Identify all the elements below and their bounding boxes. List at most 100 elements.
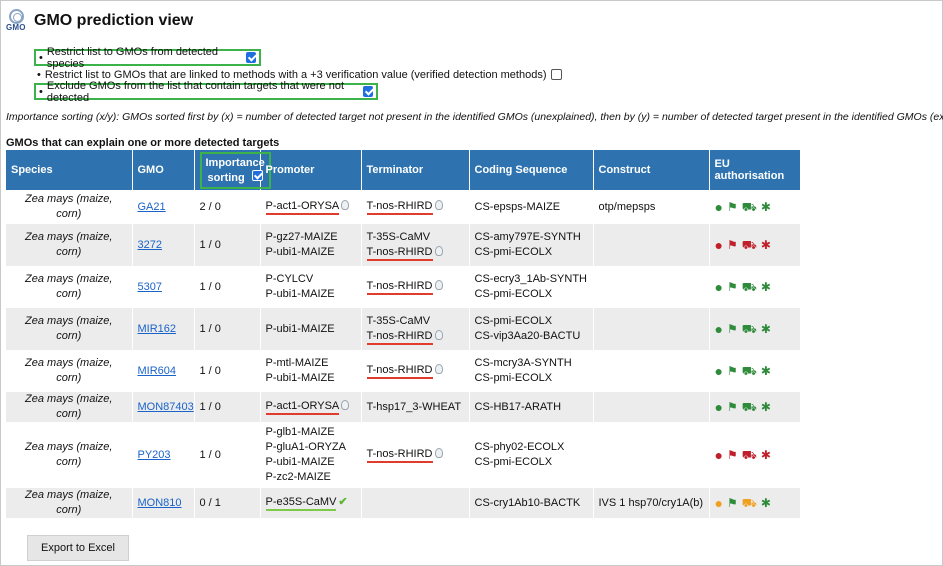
feed-icon[interactable]: ⚑ — [727, 401, 738, 413]
import-processing-icon[interactable]: ✱ — [761, 449, 771, 461]
option-exclude-undetected: • Exclude GMOs from the list that contai… — [34, 80, 378, 104]
import-processing-icon[interactable]: ✱ — [761, 497, 771, 509]
gmo-link[interactable]: MIR604 — [138, 365, 177, 377]
lightbulb-icon[interactable] — [341, 400, 350, 410]
promoter-cell: P-act1-ORYSA — [260, 392, 362, 422]
gmo-link[interactable]: MON810 — [138, 497, 182, 509]
coding-cell-text: CS-ecry3_1Ab-SYNTH — [474, 273, 587, 285]
food-icon[interactable]: ● — [715, 496, 723, 510]
coding-cell: CS-cry1Ab10-BACTK — [469, 488, 594, 518]
construct-cell — [593, 266, 710, 308]
eu-icons: ● ⚑ ⛟ ✱ — [715, 448, 795, 462]
export-excel-button[interactable]: Export to Excel — [27, 535, 129, 561]
feed-icon[interactable]: ⚑ — [727, 449, 738, 461]
cultivation-icon[interactable]: ⛟ — [742, 201, 757, 213]
feed-icon[interactable]: ⚑ — [727, 281, 738, 293]
col-promoter[interactable]: Promoter — [260, 150, 362, 190]
importance-cell: 1 / 0 — [194, 266, 261, 308]
coding-cell-text: CS-epsps-MAIZE — [474, 200, 561, 213]
food-icon[interactable]: ● — [715, 280, 723, 294]
species-cell: Zea mays (maize, corn) — [6, 308, 133, 350]
checkbox-verified-methods[interactable] — [550, 69, 562, 80]
table-row: Zea mays (maize, corn) 3272 1 / 0 P-gz27-MA… — [6, 224, 801, 266]
import-processing-icon[interactable]: ✱ — [761, 401, 771, 413]
construct-cell: otp/mepsps — [593, 190, 710, 224]
promoter-cell-text: P-mtl-MAIZE — [265, 357, 329, 369]
cultivation-icon[interactable]: ⛟ — [742, 365, 757, 377]
gmo-cell: MON87403 — [132, 392, 195, 422]
coding-cell-text: CS-HB17-ARATH — [474, 400, 562, 413]
food-icon[interactable]: ● — [715, 364, 723, 378]
lightbulb-icon[interactable] — [434, 364, 443, 374]
option-label: Exclude GMOs from the list that contain … — [46, 79, 344, 104]
terminator-cell-line: T-nos-RHIRD — [366, 279, 464, 295]
gmo-link[interactable]: 5307 — [138, 281, 162, 293]
lightbulb-icon[interactable] — [434, 200, 443, 210]
gmo-link[interactable]: MIR162 — [138, 323, 177, 335]
col-species[interactable]: Species — [6, 150, 133, 190]
cultivation-icon[interactable]: ⛟ — [742, 323, 757, 335]
feed-icon[interactable]: ⚑ — [727, 239, 738, 251]
food-icon[interactable]: ● — [715, 200, 723, 214]
cultivation-icon[interactable]: ⛟ — [742, 281, 757, 293]
col-eu-authorisation[interactable]: EU authorisation — [709, 150, 801, 190]
cultivation-icon[interactable]: ⛟ — [742, 497, 757, 509]
terminator-cell-line: T-nos-RHIRD — [366, 329, 464, 345]
col-terminator[interactable]: Terminator — [361, 150, 470, 190]
col-coding-sequence[interactable]: Coding Sequence — [469, 150, 594, 190]
importance-checkbox[interactable] — [251, 169, 263, 181]
feed-icon[interactable]: ⚑ — [727, 365, 738, 377]
lightbulb-icon[interactable] — [434, 448, 443, 458]
col-importance[interactable]: Importance sorting — [194, 150, 271, 190]
col-construct[interactable]: Construct — [593, 150, 710, 190]
importance-cell: 0 / 1 — [194, 488, 261, 518]
importance-cell: 1 / 0 — [194, 422, 261, 488]
table-row: Zea mays (maize, corn) MIR162 1 / 0 P-ubi1-… — [6, 308, 801, 350]
gmo-link[interactable]: 3272 — [138, 239, 162, 251]
food-icon[interactable]: ● — [715, 448, 723, 462]
promoter-cell-line: P-zc2-MAIZE — [266, 470, 356, 485]
import-processing-icon[interactable]: ✱ — [761, 323, 771, 335]
species-cell: Zea mays (maize, corn) — [6, 392, 133, 422]
gmo-link[interactable]: MON87403 — [138, 401, 194, 413]
promoter-cell-text: P-gluA1-ORYZA — [265, 441, 347, 453]
checkbox-exclude-undetected[interactable] — [362, 86, 373, 97]
coding-cell-text: CS-amy797E-SYNTH — [474, 231, 581, 243]
food-icon[interactable]: ● — [715, 238, 723, 252]
coding-cell: CS-amy797E-SYNTH CS-pmi-ECOLX — [469, 224, 594, 266]
table-row: Zea mays (maize, corn) MON87403 1 / 0 P-act… — [6, 392, 801, 422]
table-row: Zea mays (maize, corn) GA21 2 / 0 P-act1-OR… — [6, 190, 801, 224]
gmo-link[interactable]: PY203 — [138, 449, 171, 461]
table-header-row: Species GMO Importance sorting Promoter … — [6, 150, 801, 190]
cultivation-icon[interactable]: ⛟ — [742, 449, 757, 461]
coding-cell-text: CS-pmi-ECOLX — [474, 288, 553, 300]
import-processing-icon[interactable]: ✱ — [761, 201, 771, 213]
lightbulb-icon[interactable] — [434, 245, 443, 256]
feed-icon[interactable]: ⚑ — [727, 323, 738, 335]
terminator-cell-text: T-nos-RHIRD — [366, 279, 433, 295]
cultivation-icon[interactable]: ⛟ — [742, 239, 757, 251]
species-cell: Zea mays (maize, corn) — [6, 422, 133, 488]
feed-icon[interactable]: ⚑ — [727, 497, 738, 509]
gmo-cell: 3272 — [132, 224, 195, 266]
promoter-cell-line: P-ubi1-MAIZE — [266, 371, 356, 386]
food-icon[interactable]: ● — [715, 322, 723, 336]
table-row: Zea mays (maize, corn) 5307 1 / 0 P-CYLCV P-… — [6, 266, 801, 308]
gmo-link[interactable]: GA21 — [138, 201, 166, 213]
lightbulb-icon[interactable] — [341, 200, 350, 210]
checkbox-detected-species[interactable] — [245, 52, 256, 63]
import-processing-icon[interactable]: ✱ — [761, 365, 771, 377]
promoter-cell-line: P-act1-ORYSA — [265, 399, 356, 415]
feed-icon[interactable]: ⚑ — [727, 201, 738, 213]
promoter-cell: P-glb1-MAIZE P-gluA1-ORYZA P-ubi1-MAIZE P-z… — [260, 422, 362, 488]
lightbulb-icon[interactable] — [434, 329, 443, 340]
cultivation-icon[interactable]: ⛟ — [742, 401, 757, 413]
lightbulb-icon[interactable] — [434, 280, 443, 290]
import-processing-icon[interactable]: ✱ — [761, 281, 771, 293]
promoter-cell-text: P-ubi1-MAIZE — [265, 372, 335, 384]
terminator-cell-line: T-35S-CaMV — [367, 314, 464, 329]
food-icon[interactable]: ● — [715, 400, 723, 414]
importance-sort-toggle[interactable]: Importance sorting — [199, 151, 271, 189]
import-processing-icon[interactable]: ✱ — [761, 239, 771, 251]
col-gmo[interactable]: GMO — [132, 150, 195, 190]
